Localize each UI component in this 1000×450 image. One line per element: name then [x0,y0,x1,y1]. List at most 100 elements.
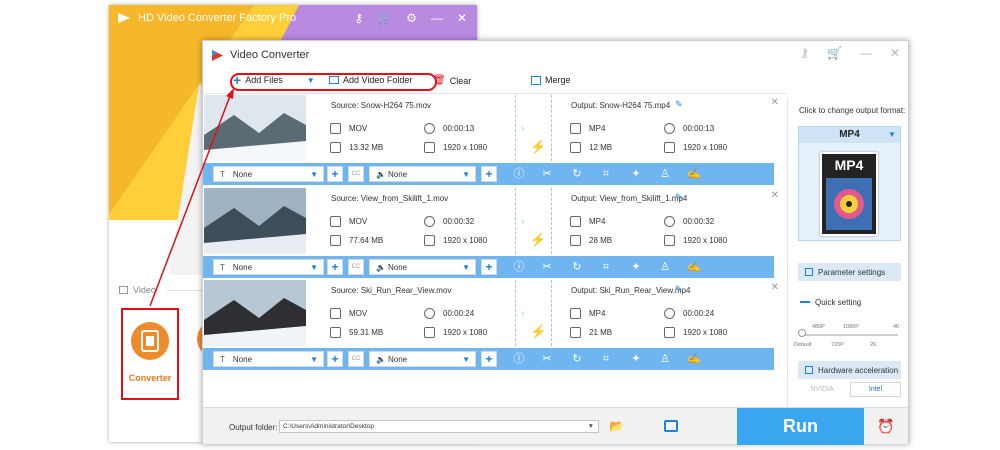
remove-file-icon[interactable]: ✕ [771,282,779,293]
chevron-down-icon[interactable]: ▼ [310,263,318,272]
minimize-icon[interactable]: — [860,46,872,60]
cart-icon[interactable]: 🛒 [377,11,392,25]
subtitle-value: None [232,262,253,272]
output-format-selector[interactable]: MP4 ▼ MP4 [798,126,901,241]
open-folder-icon[interactable]: 📂 [609,419,624,433]
crop-icon[interactable]: ⌗ [599,260,613,274]
audio-select[interactable]: 🔈 None ▼ [369,166,476,182]
pen-icon[interactable]: ✍ [687,260,701,274]
parameter-settings-button[interactable]: Parameter settings [798,263,901,281]
rotate-icon[interactable]: ↻ [570,167,584,181]
pen-icon[interactable]: ✍ [687,167,701,181]
close-icon[interactable]: ✕ [457,11,467,25]
add-audio-button[interactable]: + [481,259,497,275]
cc-icon[interactable]: CC [348,259,364,275]
format-header[interactable]: MP4 ▼ [799,127,900,143]
watermark-icon[interactable]: ♙ [658,167,672,181]
mp4-icon-text: MP4 [834,157,864,173]
pen-icon[interactable]: ✍ [687,352,701,366]
scissors-icon[interactable]: ✂ [540,260,554,274]
rotate-icon[interactable]: ↻ [570,260,584,274]
add-audio-button[interactable]: + [481,166,497,182]
minimize-icon[interactable]: — [431,11,443,25]
clear-label: Clear [449,75,472,86]
audio-select[interactable]: 🔈 None ▼ [369,351,476,367]
arrow-right-icon: › [521,308,525,319]
watermark-icon[interactable]: ♙ [658,260,672,274]
edit-name-icon[interactable]: ✎ [675,284,683,295]
add-subtitle-button[interactable]: + [327,351,343,367]
crop-icon[interactable]: ⌗ [599,352,613,366]
source-filename: Source: View_from_Skilift_1.mov [331,194,449,203]
add-audio-button[interactable]: + [481,351,497,367]
divider [515,95,516,161]
edit-name-icon[interactable]: ✎ [675,192,683,203]
chevron-down-icon[interactable]: ▼ [310,355,318,364]
cc-icon[interactable]: CC [348,166,364,182]
hardware-acceleration-button[interactable]: Hardware acceleration [798,361,901,379]
info-icon[interactable]: ⓘ [512,352,526,366]
video-thumbnail[interactable] [204,280,306,346]
effects-icon[interactable]: ✦ [629,260,643,274]
add-subtitle-button[interactable]: + [327,166,343,182]
cc-icon[interactable]: CC [348,351,364,367]
subtitle-select[interactable]: T None ▼ [213,351,324,367]
remove-file-icon[interactable]: ✕ [771,97,779,108]
chevron-down-icon[interactable]: ▼ [310,170,318,179]
quality-slider-handle[interactable] [798,329,806,337]
speaker-icon: 🔈 [376,354,386,364]
scissors-icon[interactable]: ✂ [540,167,554,181]
close-icon[interactable]: ✕ [890,46,900,60]
run-button[interactable]: Run [737,408,864,445]
key-icon[interactable]: ⚷ [354,11,363,25]
output-folder-field[interactable]: C:\Users\Administrator\Desktop ▼ [279,420,599,433]
intel-option[interactable]: Intel [850,382,901,397]
cart-icon[interactable]: 🛒 [827,46,842,60]
film-icon [131,322,169,360]
chevron-down-icon[interactable]: ▼ [462,170,470,179]
chevron-down-icon[interactable]: ▼ [588,421,594,432]
quality-slider-track[interactable] [801,334,898,336]
effects-icon[interactable]: ✦ [629,352,643,366]
clear-button[interactable]: 🗑 Clear [433,75,471,86]
watermark-icon[interactable]: ♙ [658,352,672,366]
gear-icon[interactable]: ⚙ [406,11,417,25]
chevron-down-icon[interactable]: ▼ [462,263,470,272]
video-converter-title: Video Converter [230,49,310,61]
divider [515,188,516,254]
rotate-icon[interactable]: ↻ [570,352,584,366]
output-format: MP4 [570,216,605,227]
scissors-icon[interactable]: ✂ [540,352,554,366]
folder-icon [570,235,581,246]
effects-icon[interactable]: ✦ [629,167,643,181]
output-duration-value: 00:00:13 [683,124,715,133]
remove-file-icon[interactable]: ✕ [771,190,779,201]
chevron-down-icon[interactable]: ▼ [888,127,896,143]
add-subtitle-button[interactable]: + [327,259,343,275]
audio-select[interactable]: 🔈 None ▼ [369,259,476,275]
subtitle-select[interactable]: T None ▼ [213,166,324,182]
nvidia-option[interactable]: NVIDIA [798,382,846,397]
video-thumbnail[interactable] [204,188,306,254]
crop-icon[interactable]: ⌗ [599,167,613,181]
source-format-value: MOV [349,124,368,133]
output-filename: Output: Snow-H264 75.mp4 [571,101,671,110]
video-converter-titlebar: Video Converter ⚷ 🛒 — ✕ [203,41,908,69]
info-icon[interactable]: ⓘ [512,167,526,181]
key-icon[interactable]: ⚷ [800,46,809,60]
converter-tile[interactable]: Converter [121,308,179,400]
file-icon [570,216,581,227]
source-duration: 00:00:32 [424,216,474,227]
chevron-down-icon[interactable]: ▼ [462,355,470,364]
source-filename: Source: Ski_Run_Rear_View.mov [331,286,452,295]
subtitle-select[interactable]: T None ▼ [213,259,324,275]
alarm-clock-icon[interactable]: ⏰ [877,418,894,435]
file-icon [330,123,341,134]
preview-icon[interactable] [664,420,678,432]
edit-toolbar: T None ▼ + CC 🔈 None ▼ + ⓘ ✂ ↻ ⌗ ✦ ♙ ✍ [203,256,774,278]
info-icon[interactable]: ⓘ [512,260,526,274]
quick-setting-icon [800,300,810,305]
merge-button[interactable]: Merge [531,75,571,85]
video-thumbnail[interactable] [204,95,306,161]
edit-name-icon[interactable]: ✎ [675,99,683,110]
